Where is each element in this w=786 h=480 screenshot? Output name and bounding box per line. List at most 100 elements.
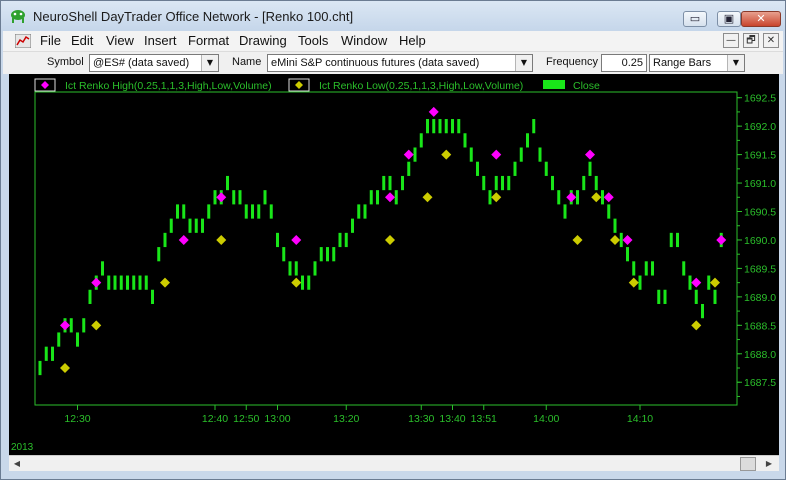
name-value: eMini S&P continuous futures (data saved… <box>271 57 480 69</box>
close-bar <box>557 190 561 205</box>
renko-high-marker <box>585 149 595 160</box>
close-bar <box>269 204 273 219</box>
close-bar <box>482 175 486 191</box>
close-bar <box>607 204 611 219</box>
renko-low-marker <box>291 277 302 288</box>
y-tick-label: 1692.5 <box>744 93 776 105</box>
mdi-restore-button[interactable]: 🗗 <box>743 33 759 48</box>
close-button[interactable]: ✕ <box>741 11 781 27</box>
title-bar[interactable]: NeuroShell DayTrader Office Network - [R… <box>1 1 785 31</box>
close-bar <box>351 218 354 233</box>
close-bar <box>469 147 473 162</box>
menu-bar: File Edit View Insert Format Drawing Too… <box>3 31 783 51</box>
renko-low-marker <box>91 320 102 331</box>
bar-type-dropdown[interactable]: Range Bars ▼ <box>649 54 745 72</box>
menu-file[interactable]: File <box>40 33 61 48</box>
close-bar <box>357 204 361 219</box>
close-bar <box>163 232 167 248</box>
close-bar <box>588 161 592 176</box>
close-bar <box>132 275 136 290</box>
y-tick-label: 1691.5 <box>744 150 776 162</box>
maximize-button[interactable]: ▣ <box>717 11 741 27</box>
close-bar <box>382 175 386 191</box>
close-bar <box>388 175 392 191</box>
close-bar <box>644 261 648 276</box>
frequency-value: 0.25 <box>621 57 643 69</box>
close-bar <box>82 318 86 333</box>
scroll-thumb[interactable] <box>740 457 756 471</box>
renko-high-marker <box>178 234 189 245</box>
renko-high-marker <box>291 234 302 245</box>
menu-view[interactable]: View <box>106 33 134 48</box>
symbol-value: @ES# (data saved) <box>93 57 190 69</box>
close-bar <box>713 289 717 304</box>
legend-label: Close <box>573 80 600 92</box>
mdi-close-button[interactable]: ✕ <box>763 33 779 48</box>
menu-insert[interactable]: Insert <box>144 33 177 48</box>
close-bar <box>476 161 479 176</box>
menu-drawing[interactable]: Drawing <box>239 33 287 48</box>
symbol-toolbar: Symbol @ES# (data saved) ▼ Name eMini S&… <box>3 51 783 74</box>
menu-window[interactable]: Window <box>341 33 387 48</box>
symbol-label: Symbol <box>47 56 84 68</box>
close-bar <box>138 275 142 290</box>
menu-format[interactable]: Format <box>188 33 229 48</box>
chart-document-icon[interactable] <box>15 34 31 48</box>
chart-area[interactable]: Ict Renko High(0.25,1,1,3,High,Low,Volum… <box>9 74 779 455</box>
close-bar <box>626 247 629 262</box>
chevron-down-icon[interactable]: ▼ <box>515 55 532 71</box>
frequency-input[interactable]: 0.25 <box>601 54 647 72</box>
close-bar <box>632 261 636 276</box>
mdi-minimize-button[interactable]: — <box>723 33 739 48</box>
close-bar <box>369 190 373 205</box>
chevron-down-icon[interactable]: ▼ <box>727 55 744 71</box>
close-bar <box>701 303 704 319</box>
close-bar <box>251 204 254 219</box>
renko-high-marker <box>491 149 502 160</box>
close-bar <box>594 175 598 191</box>
close-bar <box>463 133 467 148</box>
close-bar <box>88 289 92 304</box>
close-bar <box>538 147 542 162</box>
close-bar <box>38 360 42 376</box>
menu-edit[interactable]: Edit <box>71 33 93 48</box>
scroll-left-icon[interactable]: ◀ <box>9 456 25 471</box>
legend-label: Ict Renko Low(0.25,1,1,3,High,Low,Volume… <box>319 80 523 92</box>
renko-low-marker <box>491 192 502 203</box>
renko-low-marker <box>628 277 639 288</box>
name-dropdown[interactable]: eMini S&P continuous futures (data saved… <box>267 54 533 72</box>
close-bar <box>407 161 411 176</box>
renko-high-marker <box>403 149 414 160</box>
frequency-label: Frequency <box>546 56 598 68</box>
close-bar <box>201 218 204 233</box>
renko-low-marker <box>610 234 620 245</box>
close-bar <box>313 261 317 276</box>
year-label: 2013 <box>11 442 34 453</box>
y-tick-label: 1687.5 <box>744 377 776 389</box>
menu-help[interactable]: Help <box>399 33 426 48</box>
close-bar <box>207 204 211 219</box>
x-tick-label: 13:51 <box>471 413 497 425</box>
close-bar <box>119 275 123 290</box>
symbol-dropdown[interactable]: @ES# (data saved) ▼ <box>89 54 219 72</box>
renko-chart[interactable]: Ict Renko High(0.25,1,1,3,High,Low,Volum… <box>9 74 779 455</box>
close-bar <box>513 161 517 176</box>
close-bar <box>457 119 461 134</box>
close-bar <box>488 190 492 205</box>
close-bar <box>638 275 642 290</box>
close-bar <box>263 190 267 205</box>
close-bar <box>526 133 529 148</box>
scroll-right-icon[interactable]: ▶ <box>761 456 777 471</box>
close-bar <box>376 190 379 205</box>
close-bar <box>338 232 342 248</box>
close-bar <box>188 218 192 233</box>
horizontal-scrollbar[interactable]: ◀ ▶ <box>9 455 779 471</box>
close-bar <box>57 332 61 347</box>
close-bar <box>151 289 154 304</box>
chevron-down-icon[interactable]: ▼ <box>201 55 218 71</box>
close-bar <box>401 175 404 191</box>
minimize-button[interactable]: ▭ <box>683 11 707 27</box>
close-bar <box>419 133 423 148</box>
menu-tools[interactable]: Tools <box>298 33 328 48</box>
renko-high-marker <box>603 192 614 203</box>
